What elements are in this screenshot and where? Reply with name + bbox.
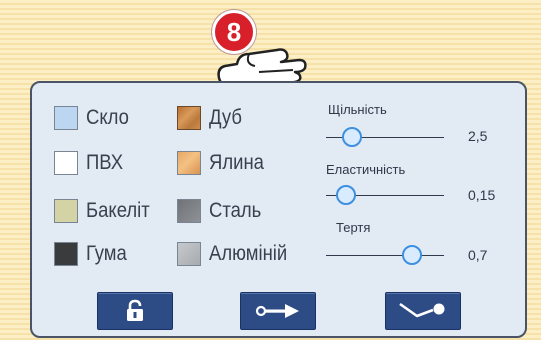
material-label: Гума: [86, 242, 127, 265]
material-label: ПВХ: [86, 151, 124, 174]
density-label: Щільність: [328, 102, 387, 117]
material-bakelite[interactable]: Бакеліт: [54, 198, 158, 224]
material-label: Дуб: [209, 106, 242, 129]
material-glass[interactable]: Скло: [54, 105, 135, 131]
density-slider-knob[interactable]: [342, 127, 362, 147]
pin-joint-button[interactable]: [240, 292, 316, 330]
friction-slider-track[interactable]: [326, 255, 444, 256]
oak-swatch: [177, 106, 201, 130]
lock-button[interactable]: [97, 292, 173, 330]
friction-value: 0,7: [468, 247, 488, 263]
material-label: Алюміній: [209, 242, 288, 265]
material-pvc[interactable]: ПВХ: [54, 150, 128, 176]
glass-swatch: [54, 106, 78, 130]
material-aluminium[interactable]: Алюміній: [177, 241, 298, 267]
aluminium-swatch: [177, 242, 201, 266]
material-rubber[interactable]: Гума: [54, 241, 132, 267]
material-label: Скло: [86, 106, 129, 129]
elasticity-value: 0,15: [468, 187, 496, 203]
friction-slider-knob[interactable]: [402, 245, 422, 265]
friction-label: Тертя: [336, 220, 371, 235]
bakelite-swatch: [54, 199, 78, 223]
elasticity-label: Еластичність: [326, 162, 406, 177]
material-steel[interactable]: Сталь: [177, 198, 268, 224]
material-oak[interactable]: Дуб: [177, 105, 246, 131]
density-value: 2,5: [468, 128, 488, 144]
steel-swatch: [177, 199, 201, 223]
arrow-pin-icon: [255, 304, 299, 318]
seesaw-button[interactable]: [385, 292, 461, 330]
unlock-icon: [127, 299, 143, 321]
material-label: Ялина: [209, 151, 264, 174]
spruce-swatch: [177, 151, 201, 175]
pvc-swatch: [54, 151, 78, 175]
material-label: Сталь: [209, 199, 262, 222]
rubber-swatch: [54, 242, 78, 266]
material-spruce[interactable]: Ялина: [177, 150, 271, 176]
seesaw-icon: [399, 302, 445, 318]
elasticity-slider-knob[interactable]: [336, 185, 356, 205]
material-label: Бакеліт: [86, 199, 150, 222]
